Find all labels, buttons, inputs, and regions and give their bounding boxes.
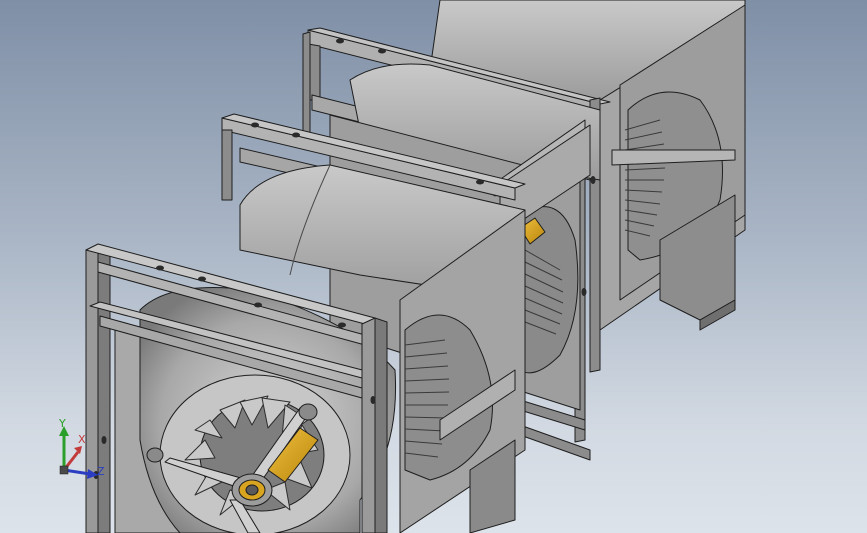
triad-x-label: X — [78, 433, 86, 446]
triad-y-label: Y — [59, 417, 66, 430]
3d-viewport[interactable]: Y X Z — [0, 0, 867, 533]
front-blower-unit — [114, 164, 526, 533]
coordinate-triad: Y X Z — [50, 418, 110, 488]
triad-z-label: Z — [97, 465, 105, 478]
blower-assembly-model[interactable] — [0, 0, 867, 533]
